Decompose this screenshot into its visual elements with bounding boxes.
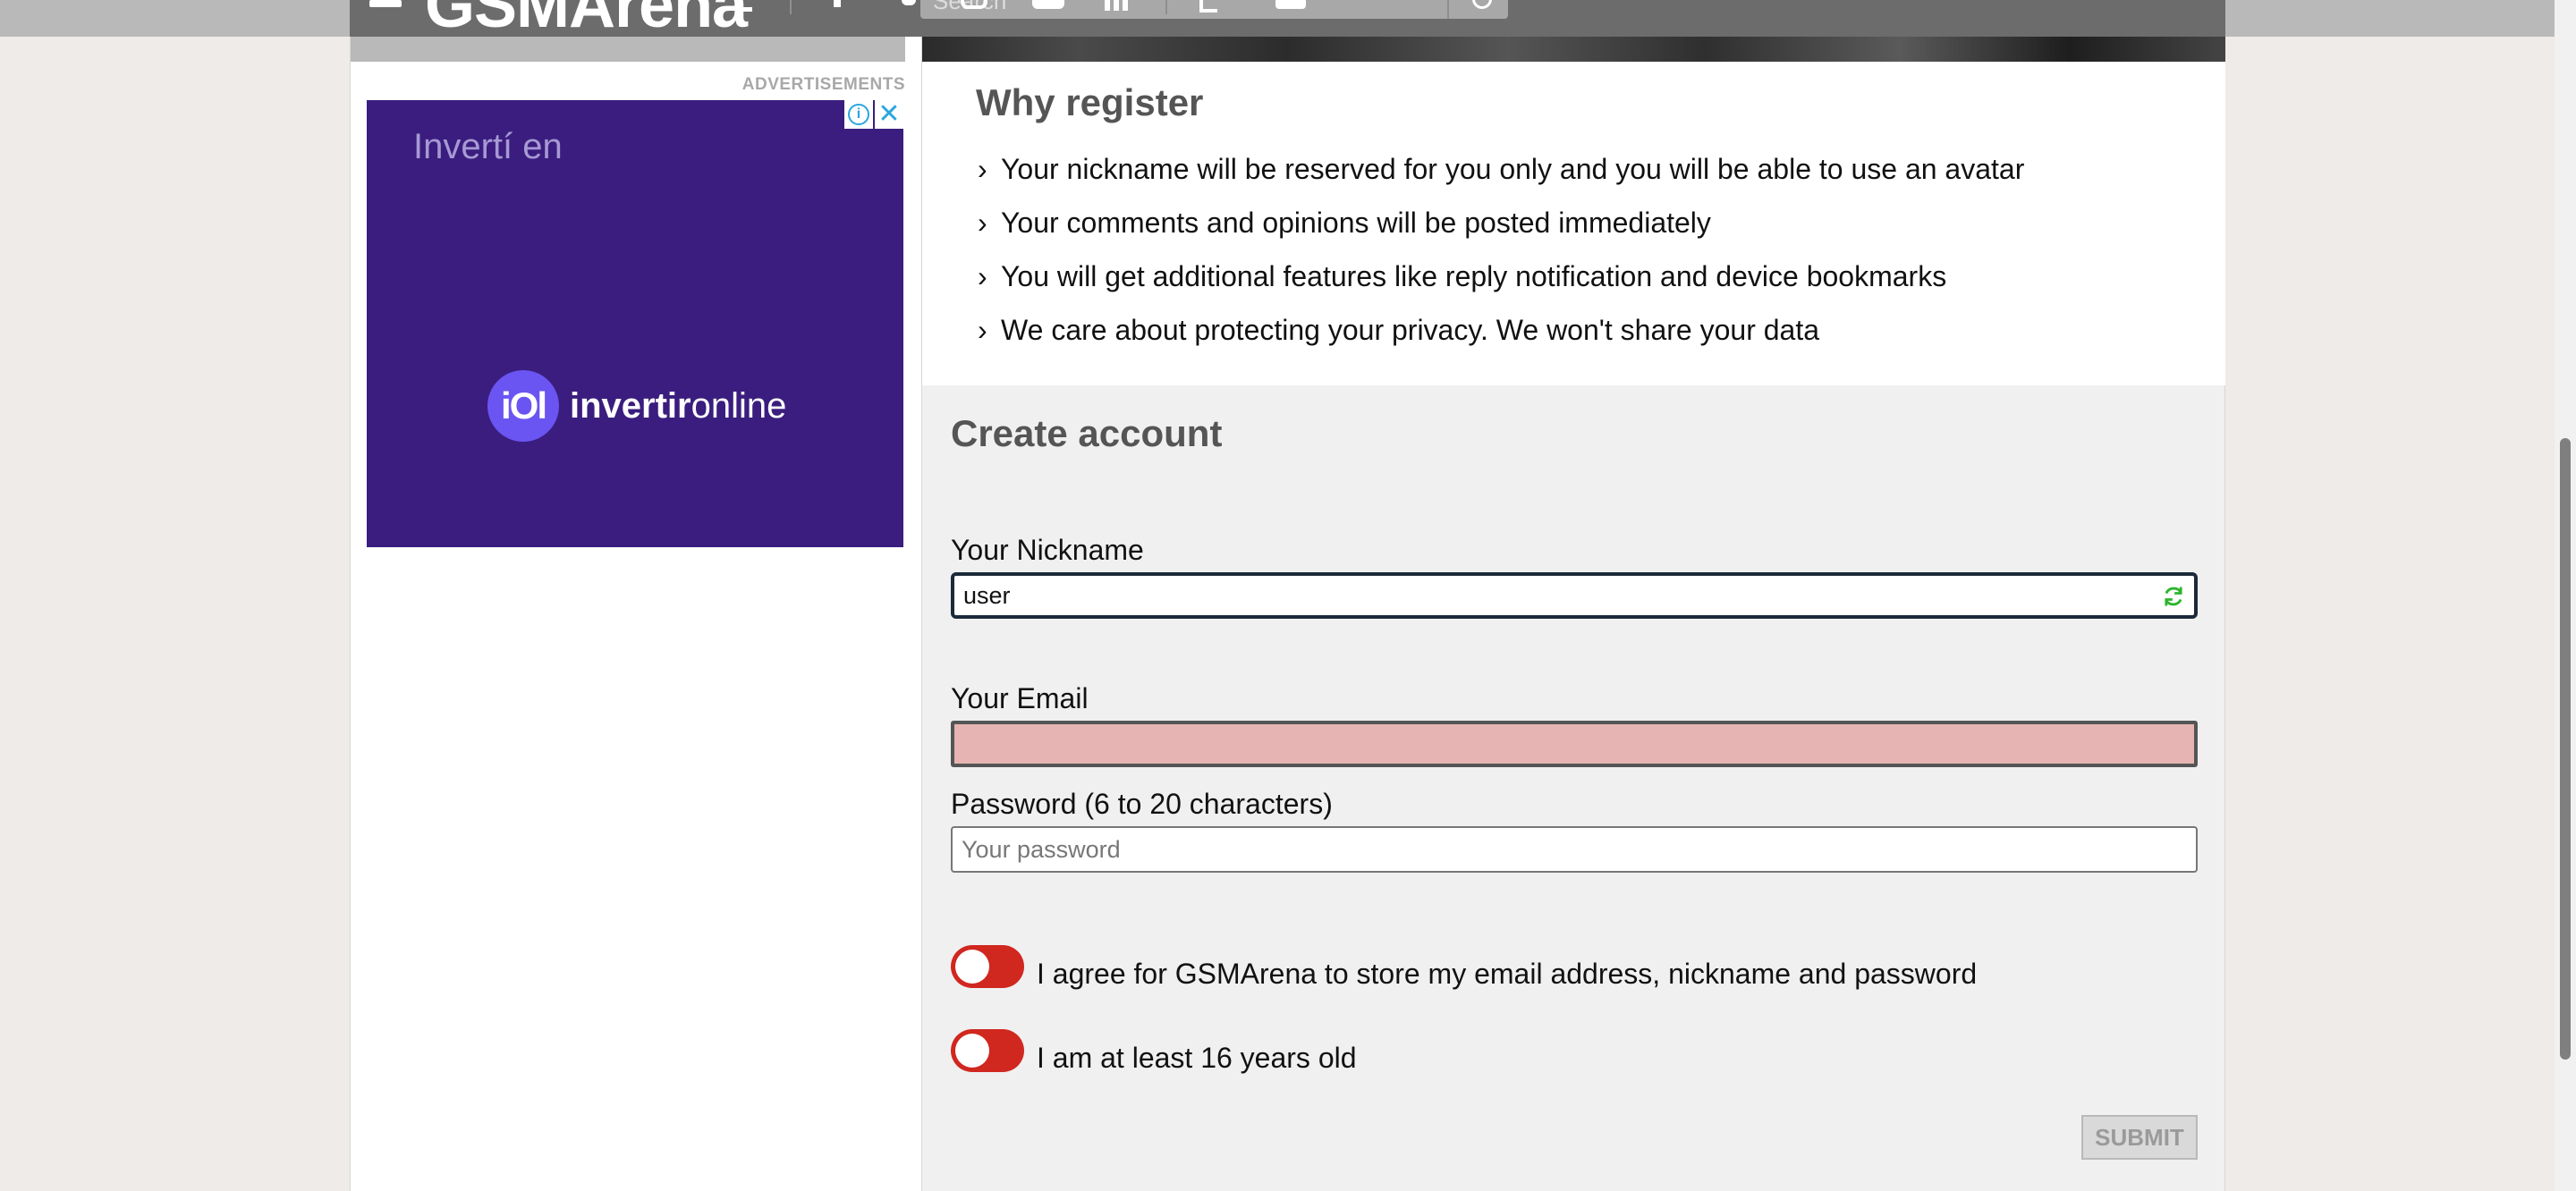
age-label: I am at least 16 years old [1037, 1042, 1357, 1074]
chevron-right-icon: › [978, 314, 987, 346]
refresh-icon[interactable] [2161, 584, 2186, 609]
why-item-text: You will get additional features like re… [1001, 260, 1947, 292]
scrollbar-thumb[interactable] [2560, 438, 2571, 1060]
header-divider [790, 0, 792, 14]
chevron-right-icon: › [978, 260, 987, 292]
ad-brand-bold: invertir [570, 385, 691, 426]
search-button[interactable] [1447, 0, 1508, 19]
email-label: Your Email [951, 682, 1089, 714]
ad-info-icon[interactable]: i [844, 100, 873, 129]
facebook-icon[interactable] [834, 0, 841, 7]
top-header: GSMArena Search [0, 0, 2576, 37]
search-icon [1472, 0, 1492, 9]
login-icon[interactable] [1199, 0, 1217, 13]
why-item-text: Your nickname will be reserved for you o… [1001, 153, 2025, 185]
menu-icon[interactable] [369, 0, 402, 7]
chevron-right-icon: › [978, 207, 987, 239]
password-label: Password (6 to 20 characters) [951, 788, 1333, 820]
age-toggle[interactable] [951, 1029, 1024, 1072]
ad-close-icon[interactable]: ✕ [875, 100, 903, 129]
youtube-icon[interactable] [1032, 0, 1064, 9]
left-sidebar: ADVERTISEMENTS Invertí en iOl invertiron… [350, 37, 922, 1191]
agree-toggle[interactable] [951, 945, 1024, 988]
ad-brand-rest: online [691, 385, 787, 426]
list-item: › Your nickname will be reserved for you … [978, 153, 2024, 207]
header-bar: GSMArena Search [350, 0, 2225, 37]
advertisements-label: ADVERTISEMENTS [741, 75, 905, 94]
why-register-title: Why register [976, 81, 1204, 123]
password-field[interactable] [951, 826, 2198, 873]
nickname-field[interactable] [951, 572, 2198, 619]
submit-button[interactable]: SUBMIT [2081, 1115, 2198, 1160]
list-item: › You will get additional features like r… [978, 260, 2024, 314]
ad-brand-name: invertironline [570, 386, 786, 427]
nickname-label: Your Nickname [951, 534, 1144, 566]
header-divider [1165, 0, 1167, 14]
why-register-section: Why register › Your nickname will be rese… [922, 62, 2225, 385]
register-content: Why register › Your nickname will be rese… [922, 37, 2225, 1191]
list-item: › We care about protecting your privacy. … [978, 314, 2024, 367]
list-item: › Your comments and opinions will be post… [978, 207, 2024, 260]
ad-info-glyph: i [848, 104, 869, 125]
why-item-text: Your comments and opinions will be poste… [1001, 207, 1711, 239]
site-logo[interactable]: GSMArena [425, 0, 748, 37]
chevron-right-icon: › [978, 153, 987, 185]
tip-us-icon[interactable] [740, 7, 752, 12]
header-photo [922, 37, 2225, 62]
rss-icon[interactable] [1105, 0, 1130, 11]
email-field[interactable] [951, 721, 2198, 767]
why-register-list: › Your nickname will be reserved for you … [978, 153, 2024, 367]
agree-label: I agree for GSMArena to store my email a… [1037, 958, 1978, 990]
why-item-text: We care about protecting your privacy. W… [1001, 314, 1820, 346]
sidebar-header-strip [351, 37, 905, 62]
ad-brand: iOl invertironline [487, 370, 786, 442]
instagram-icon[interactable] [961, 0, 987, 9]
ad-headline: Invertí en [413, 127, 563, 166]
ad-banner[interactable]: Invertí en iOl invertironline i ✕ [367, 100, 903, 547]
twitter-icon[interactable] [902, 0, 916, 5]
create-account-title: Create account [951, 412, 1223, 454]
user-icon[interactable] [1275, 0, 1306, 9]
invertironline-logo-icon: iOl [487, 370, 559, 442]
